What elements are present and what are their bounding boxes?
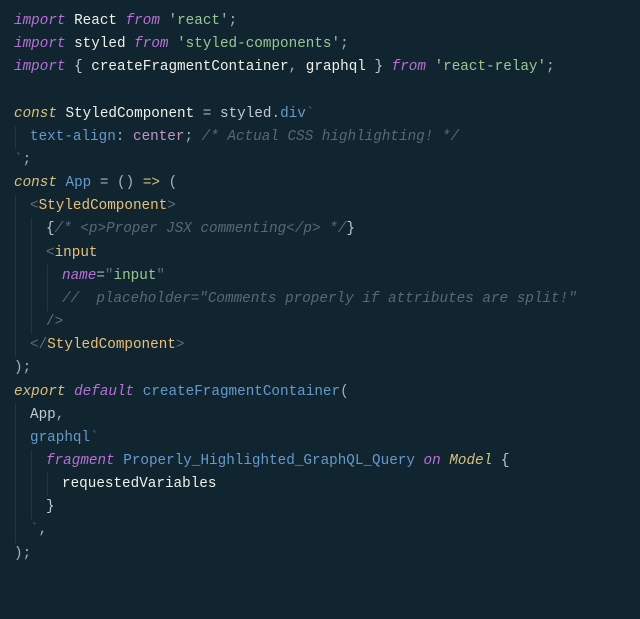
dot: . bbox=[271, 106, 280, 122]
jsx-expr-close: } bbox=[346, 221, 355, 237]
jsx-comment: /* <p>Proper JSX commenting</p> */ bbox=[55, 221, 347, 237]
paren-close: ) bbox=[126, 175, 135, 191]
ident-styled: styled bbox=[74, 36, 125, 52]
backtick: ` bbox=[306, 106, 315, 122]
semicolon: ; bbox=[184, 129, 193, 145]
ident-react: React bbox=[74, 13, 117, 29]
fn-cfc: createFragmentContainer bbox=[143, 384, 340, 400]
backtick: ` bbox=[30, 522, 39, 538]
keyword-from: from bbox=[392, 59, 426, 75]
jsx-expr-open: { bbox=[46, 221, 55, 237]
paren-open: ( bbox=[117, 175, 126, 191]
ident-app: App bbox=[66, 175, 92, 191]
keyword-const: const bbox=[14, 175, 57, 191]
equals: = bbox=[203, 106, 212, 122]
equals: = bbox=[100, 175, 109, 191]
code-block: import React from 'react'; import styled… bbox=[0, 0, 640, 580]
semicolon: ; bbox=[23, 360, 32, 376]
brace-close: } bbox=[46, 499, 55, 515]
graphql-field: requestedVariables bbox=[62, 476, 216, 492]
keyword-import: import bbox=[14, 13, 65, 29]
brace-open: { bbox=[501, 453, 510, 469]
jsx-angle: < bbox=[46, 245, 55, 261]
jsx-attr-name: name bbox=[62, 268, 96, 284]
backtick: ` bbox=[90, 430, 99, 446]
string-react-pkg: 'react' bbox=[169, 13, 229, 29]
string-relay-pkg: 'react-relay' bbox=[435, 59, 547, 75]
semicolon: ; bbox=[23, 546, 32, 562]
ident-styledcomponent: StyledComponent bbox=[66, 106, 195, 122]
jsx-attr-value: input bbox=[114, 268, 157, 284]
keyword-export: export bbox=[14, 384, 65, 400]
jsx-angle: < bbox=[30, 198, 39, 214]
equals: = bbox=[96, 268, 105, 284]
backtick: ` bbox=[14, 152, 23, 168]
css-property: text-align bbox=[30, 129, 116, 145]
jsx-slash: / bbox=[46, 314, 55, 330]
method-div: div bbox=[280, 106, 306, 122]
jsx-angle: > bbox=[176, 337, 185, 353]
jsx-tag-styledcomponent-close: StyledComponent bbox=[47, 337, 176, 353]
keyword-import: import bbox=[14, 59, 65, 75]
keyword-from: from bbox=[126, 13, 160, 29]
comma: , bbox=[289, 59, 298, 75]
jsx-tag-input: input bbox=[55, 245, 98, 261]
graphql-fragment-kw: fragment bbox=[46, 453, 115, 469]
string-styled-pkg: 'styled-components' bbox=[177, 36, 340, 52]
keyword-const: const bbox=[14, 106, 57, 122]
semicolon: ; bbox=[340, 36, 349, 52]
ident-cfc: createFragmentContainer bbox=[91, 59, 288, 75]
graphql-fragment-name: Properly_Highlighted_GraphQL_Query bbox=[123, 453, 415, 469]
quote: " bbox=[156, 268, 165, 284]
arg-app: App bbox=[30, 407, 56, 423]
keyword-default: default bbox=[74, 384, 134, 400]
paren-close: ) bbox=[14, 546, 23, 562]
ident-styled-obj: styled bbox=[220, 106, 271, 122]
quote: " bbox=[105, 268, 114, 284]
colon: : bbox=[116, 129, 125, 145]
paren-open: ( bbox=[340, 384, 349, 400]
paren-close: ) bbox=[14, 360, 23, 376]
graphql-on: on bbox=[424, 453, 441, 469]
line-comment: // placeholder="Comments properly if att… bbox=[62, 291, 577, 307]
jsx-slash: / bbox=[39, 337, 48, 353]
comma: , bbox=[39, 522, 48, 538]
brace-close: } bbox=[374, 59, 383, 75]
keyword-from: from bbox=[134, 36, 168, 52]
semicolon: ; bbox=[23, 152, 32, 168]
css-value: center bbox=[133, 129, 184, 145]
css-comment: /* Actual CSS highlighting! */ bbox=[202, 129, 459, 145]
jsx-angle: < bbox=[30, 337, 39, 353]
keyword-import: import bbox=[14, 36, 65, 52]
arrow: => bbox=[143, 175, 160, 191]
comma: , bbox=[56, 407, 65, 423]
semicolon: ; bbox=[229, 13, 238, 29]
paren-open: ( bbox=[169, 175, 178, 191]
ident-graphql: graphql bbox=[306, 59, 366, 75]
jsx-tag-styledcomponent: StyledComponent bbox=[39, 198, 168, 214]
graphql-tag: graphql bbox=[30, 430, 90, 446]
graphql-type: Model bbox=[449, 453, 492, 469]
brace-open: { bbox=[74, 59, 83, 75]
jsx-angle: > bbox=[55, 314, 64, 330]
jsx-angle: > bbox=[167, 198, 176, 214]
semicolon: ; bbox=[546, 59, 555, 75]
